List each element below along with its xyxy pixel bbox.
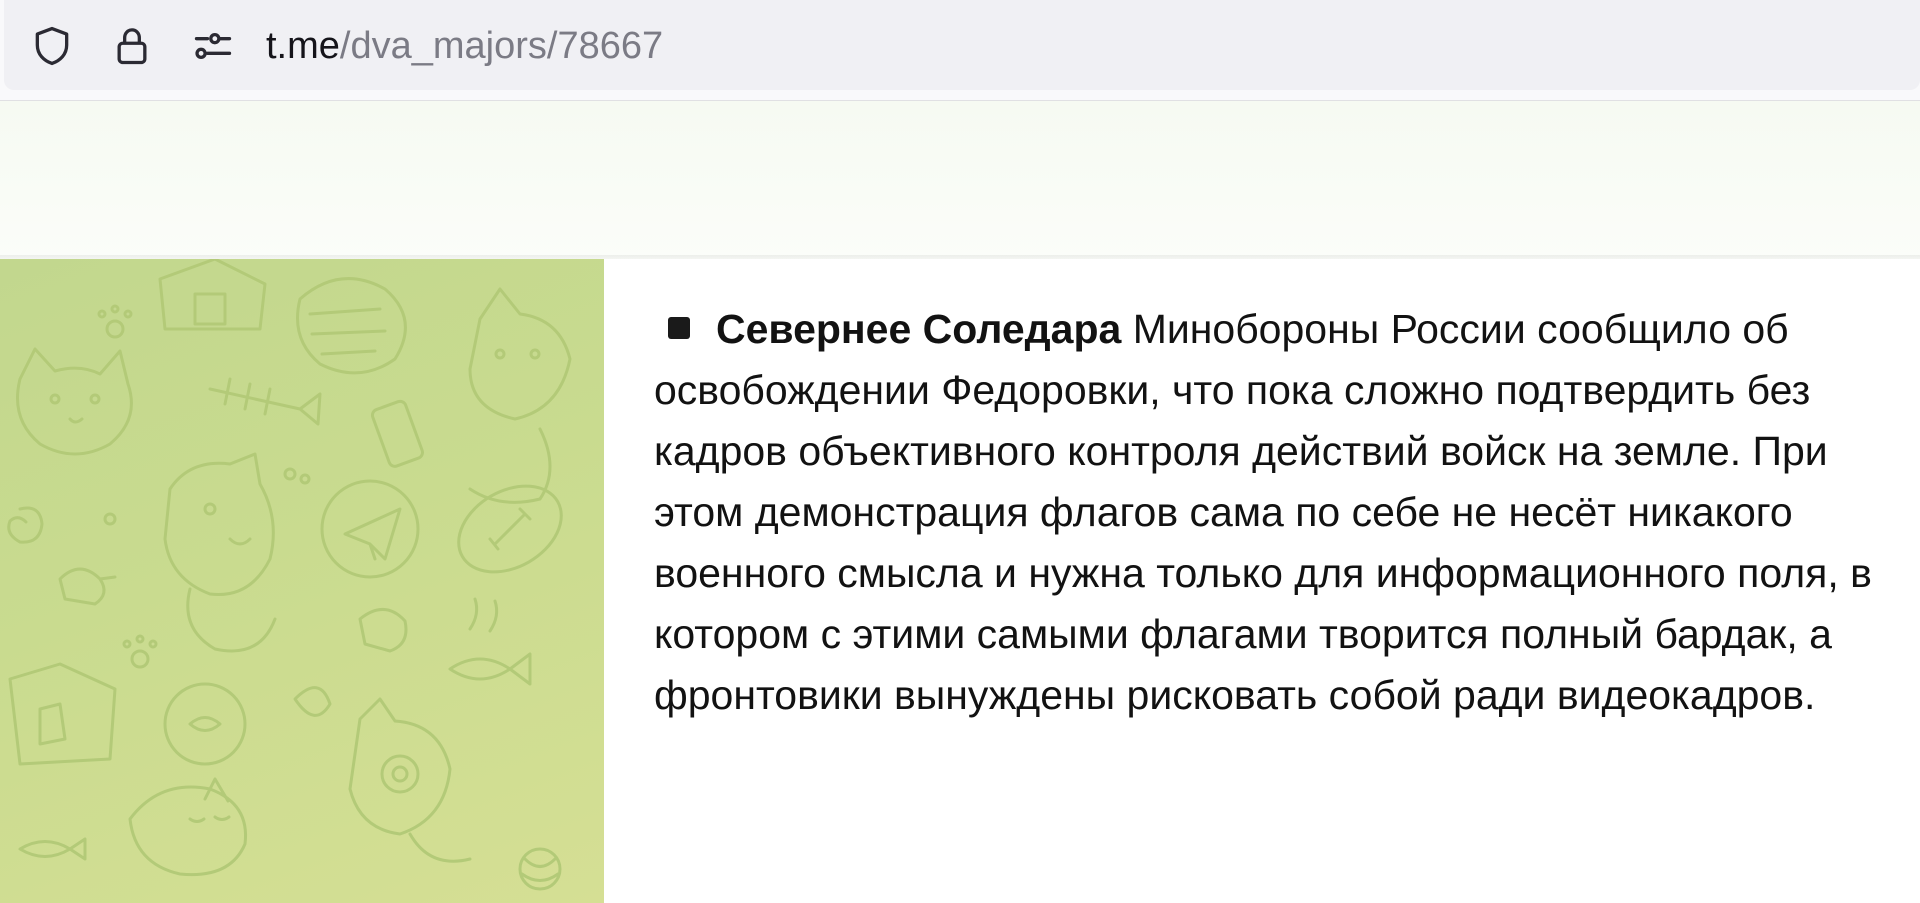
message-body: Минобороны России сообщило об освобожден… [654,306,1872,718]
black-square-icon [668,317,690,339]
url-path: /dva_majors/78667 [339,25,664,67]
lock-icon[interactable] [108,22,156,70]
shield-icon[interactable] [28,22,76,70]
url-text[interactable]: t.me/dva_majors/78667 [266,22,663,70]
message-bubble: Севернее Соледара Минобороны России сооб… [604,259,1920,903]
channel-header [0,101,1920,259]
chat-background-pattern [0,259,604,903]
permissions-icon[interactable] [189,22,237,70]
browser-toolbar: t.me/dva_majors/78667 [0,0,1920,101]
browser-window: t.me/dva_majors/78667 Севернее Соледара … [0,0,1920,903]
address-bar[interactable]: t.me/dva_majors/78667 [4,0,1920,90]
url-host: t.me [266,25,340,67]
message-bold-lead: Севернее Соледара [716,306,1122,352]
message-text: Севернее Соледара Минобороны России сооб… [654,299,1894,726]
